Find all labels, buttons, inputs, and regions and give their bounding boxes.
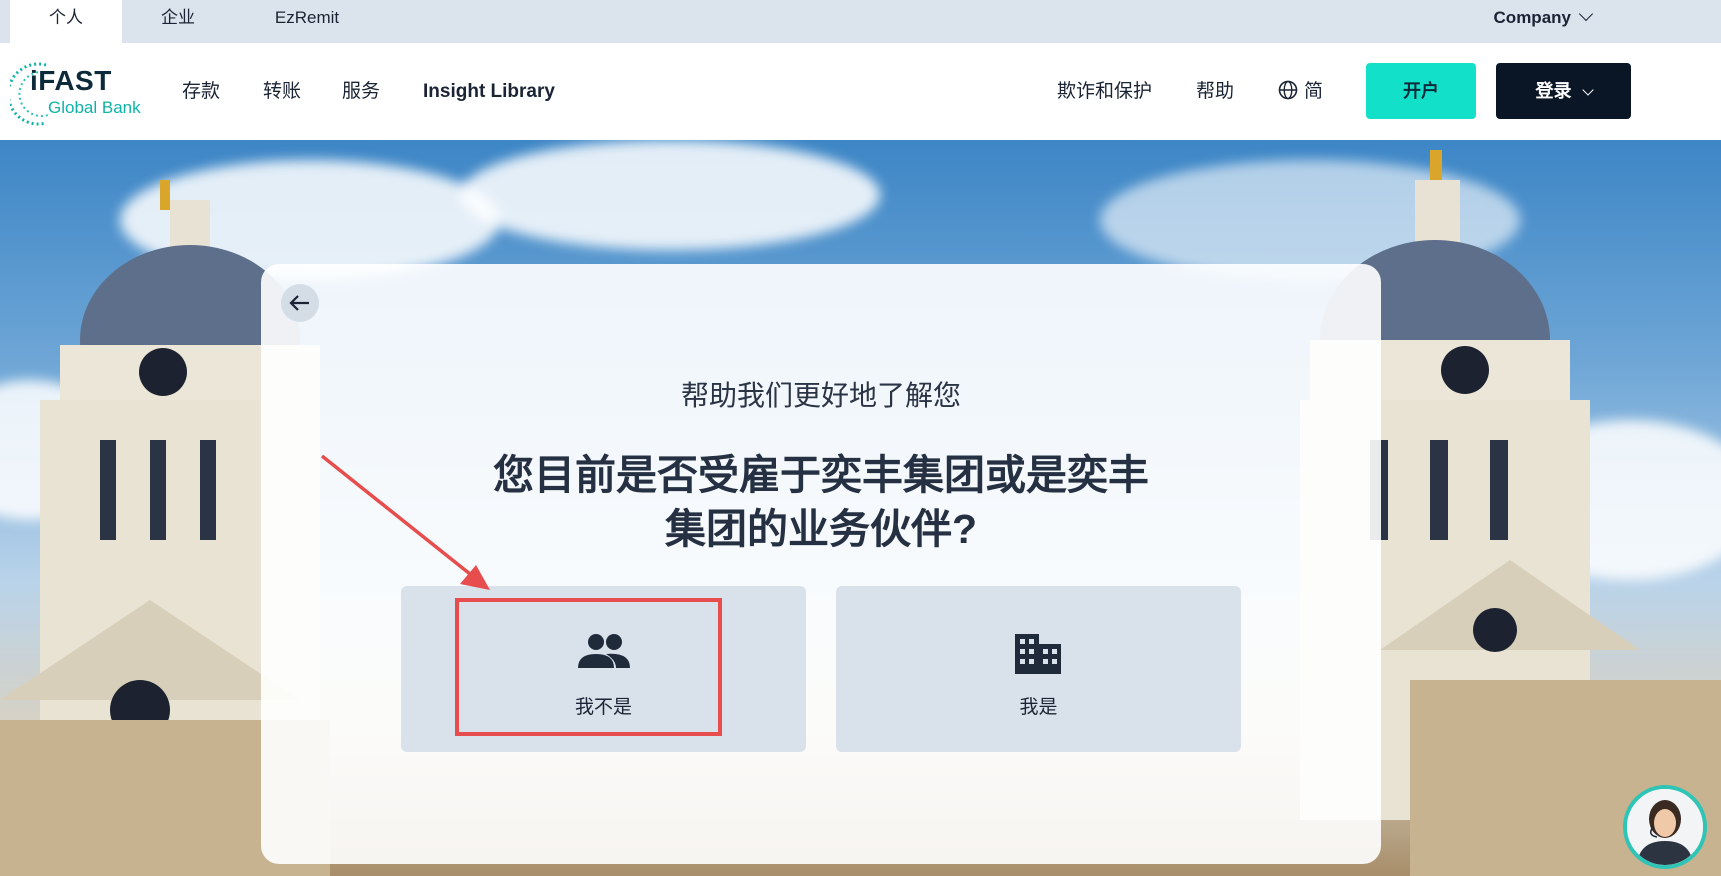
ifast-logo[interactable]: iFAST Global Bank xyxy=(10,59,150,126)
option-yes-label: 我是 xyxy=(1019,697,1058,718)
cloud xyxy=(460,140,880,250)
login-label: 登录 xyxy=(1535,81,1572,101)
option-yes[interactable]: 我是 xyxy=(836,586,1241,752)
card-question: 您目前是否受雇于奕丰集团或是奕丰 集团的业务伙伴? xyxy=(481,448,1161,556)
open-account-button[interactable]: 开户 xyxy=(1366,63,1476,119)
logo-subtitle: Global Bank xyxy=(48,98,141,117)
building-icon xyxy=(1015,634,1061,674)
support-agent-icon xyxy=(1627,789,1703,865)
tab-ezremit[interactable]: EzRemit xyxy=(262,0,352,43)
main-nav: iFAST Global Bank 存款 转账 服务 Insight Libra… xyxy=(0,43,1721,140)
card-subtitle: 帮助我们更好地了解您 xyxy=(680,380,961,411)
question-line-2: 集团的业务伙伴? xyxy=(664,506,978,552)
logo-wordmark: iFAST xyxy=(30,65,112,96)
chat-support-avatar[interactable] xyxy=(1623,785,1707,869)
question-card: 帮助我们更好地了解您 您目前是否受雇于奕丰集团或是奕丰 集团的业务伙伴? 我不是 xyxy=(261,264,1381,864)
chevron-down-icon xyxy=(1578,6,1594,22)
nav-help[interactable]: 帮助 xyxy=(1196,43,1234,140)
highlight-box xyxy=(455,598,722,736)
tab-personal[interactable]: 个人 xyxy=(10,0,122,43)
tab-business[interactable]: 企业 xyxy=(138,0,218,43)
arrow-left-icon xyxy=(289,295,309,311)
question-line-1: 您目前是否受雇于奕丰集团或是奕丰 xyxy=(493,452,1149,498)
hero-background: 帮助我们更好地了解您 您目前是否受雇于奕丰集团或是奕丰 集团的业务伙伴? 我不是 xyxy=(0,140,1721,876)
language-label: 简 xyxy=(1304,81,1324,102)
nav-insight-library[interactable]: Insight Library xyxy=(423,43,555,140)
chevron-down-icon xyxy=(1581,84,1594,96)
nav-services[interactable]: 服务 xyxy=(342,43,380,140)
back-button[interactable] xyxy=(281,284,319,322)
nav-fraud-protection[interactable]: 欺诈和保护 xyxy=(1057,43,1152,140)
globe-icon xyxy=(1278,80,1298,100)
nav-deposits[interactable]: 存款 xyxy=(182,43,220,140)
company-label: Company xyxy=(1493,8,1571,27)
nav-transfers[interactable]: 转账 xyxy=(263,43,301,140)
segment-bar: 个人 企业 EzRemit Company xyxy=(0,0,1721,43)
company-menu[interactable]: Company xyxy=(1493,0,1594,36)
login-button[interactable]: 登录 xyxy=(1496,63,1631,119)
language-switcher[interactable]: 简 xyxy=(1278,43,1323,140)
